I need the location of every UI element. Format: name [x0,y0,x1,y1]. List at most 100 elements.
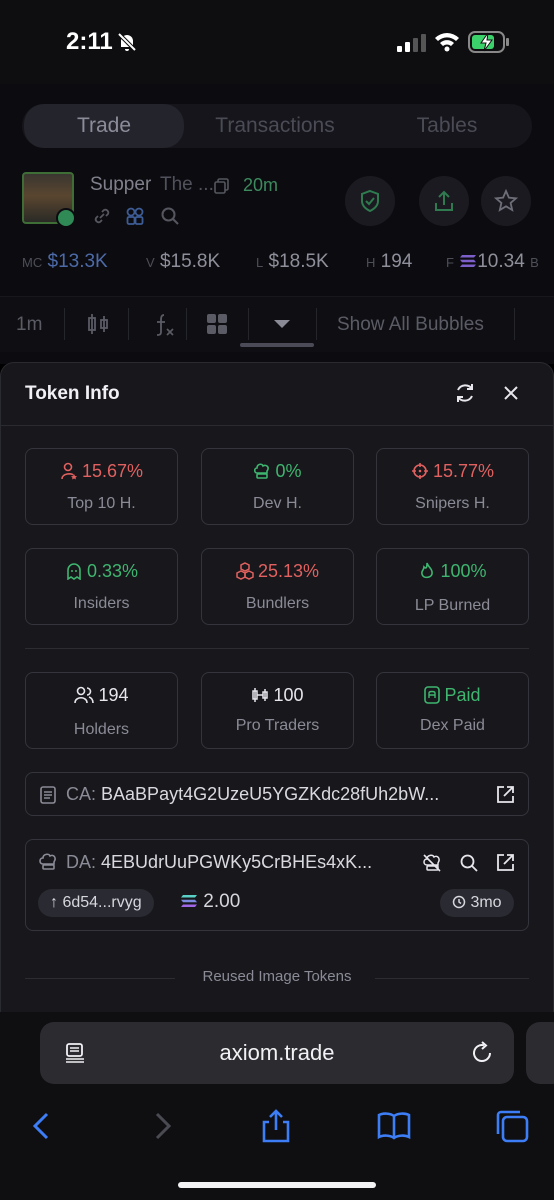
token-age: 20m [243,175,279,195]
close-icon[interactable] [499,381,523,405]
clock-icon [452,895,466,909]
token-info-panel: Token Info 15.67% Top 10 H. 0% Dev H. 15… [0,362,554,1012]
ghost-icon [67,563,81,581]
address-bar[interactable]: axiom.trade [40,1022,514,1084]
toolbar-divider [128,308,129,340]
metric-fees: F 10.34 B [446,251,539,272]
crosshair-icon [411,463,428,479]
stat-label: LP Burned [414,597,491,614]
stat-label: Top 10 H. [67,495,136,512]
refresh-icon[interactable] [453,381,477,405]
stat-snipers-holdings: 15.77% Snipers H. [376,448,529,525]
panel-title: Token Info [25,383,120,404]
toolbar-divider [64,308,65,340]
search-icon[interactable] [459,853,479,873]
reused-image-tokens-label: Reused Image Tokens [202,968,352,985]
metric-liquidity: L $18.5K [256,251,329,272]
status-bar: 2:11 [0,0,554,84]
layout-grid-icon[interactable] [205,312,229,336]
metric-holders: H 194 [366,251,413,272]
link-icon[interactable] [92,206,112,226]
signal-icon [397,34,426,52]
reload-icon[interactable] [470,1041,494,1065]
hat-off-icon[interactable] [422,853,442,873]
grid-icon[interactable] [125,206,145,226]
home-indicator [178,1182,376,1188]
active-indicator [240,343,314,347]
solana-icon [181,895,197,907]
users-icon [74,686,95,704]
chef-hat-icon [39,853,56,870]
funder-pill[interactable]: ↑ 6d54...rvyg [38,889,154,917]
stat-value: 0.33% [26,561,177,582]
upload-icon [435,190,453,211]
stat-label: Dex Paid [420,717,485,734]
stat-dev-holdings: 0% Dev H. [201,448,354,525]
function-icon[interactable] [152,312,176,338]
stat-value: 25.13% [202,561,353,582]
contract-address[interactable]: CA: BAaBPayt4G2UzeU5YGZKdc28fUh2bW... [66,784,439,805]
toolbar-divider [248,308,249,340]
back-icon[interactable] [24,1108,60,1144]
stat-top10-holders: 15.67% Top 10 H. [25,448,178,525]
toolbar-divider [514,308,515,340]
stat-value: 194 [26,685,177,706]
panel-header-divider [1,425,553,426]
share-icon[interactable] [258,1108,294,1144]
stat-holders: 194 Holders [25,672,178,749]
status-time: 2:11 [66,28,113,55]
interval-selector[interactable]: 1m [16,314,42,336]
chevron-down-icon[interactable] [272,318,292,330]
divider-line [375,978,529,979]
boxes-icon [236,562,254,580]
section-divider [25,648,529,649]
flame-icon [421,562,434,579]
share-button[interactable] [419,176,469,226]
tab-trade[interactable]: Trade [24,104,184,148]
funding-amount: 2.00 [180,891,240,913]
copy-icon[interactable] [214,178,230,194]
forward-icon[interactable] [144,1108,180,1144]
favorite-button[interactable] [481,176,531,226]
toolbar-divider [186,308,187,340]
contract-address-row[interactable]: CA: BAaBPayt4G2UzeU5YGZKdc28fUh2bW... [25,772,529,816]
url-text[interactable]: axiom.trade [40,1040,514,1066]
tab-transactions[interactable]: Transactions [200,104,350,148]
metric-volume: V $15.8K [146,251,221,272]
stat-pro-traders: 100 Pro Traders [201,672,354,749]
external-link-icon[interactable] [496,785,515,804]
stat-label: Insiders [73,595,130,612]
next-tab-peek[interactable] [526,1022,554,1084]
stat-lp-burned: 100% LP Burned [376,548,529,625]
token-subtitle: The ... [160,174,214,195]
stat-label: Dev H. [253,495,302,512]
dev-address-card: DA: 4EBUdrUuPGWKy5CrBHEs4xK... ↑ 6d54...… [25,839,529,931]
stat-bundlers: 25.13% Bundlers [201,548,354,625]
candles-icon [252,688,269,702]
search-icon[interactable] [160,206,180,226]
stat-dex-paid: Paid Dex Paid [376,672,529,749]
document-icon [40,786,56,804]
stat-label: Pro Traders [235,717,320,734]
solana-icon [460,255,477,267]
stat-label: Holders [73,721,130,738]
tab-tables[interactable]: Tables [392,104,502,148]
tab-bar: Trade Transactions Tables [22,104,532,148]
stat-value: 100% [377,561,528,582]
browser-toolbar: axiom.trade [0,1012,554,1200]
dex-badge-icon [424,686,441,704]
candlestick-icon[interactable] [86,312,110,336]
wifi-icon [435,33,459,52]
external-link-icon[interactable] [496,853,515,872]
stat-value: 100 [202,685,353,706]
dev-address[interactable]: DA: 4EBUdrUuPGWKy5CrBHEs4xK... [66,852,372,873]
toolbar-divider [316,308,317,340]
security-button[interactable] [345,176,395,226]
show-all-bubbles-button[interactable]: Show All Bubbles [337,314,484,336]
stat-value: 0% [202,461,353,482]
tabs-icon[interactable] [494,1108,530,1144]
chef-hat-icon [254,463,270,479]
bookmarks-icon[interactable] [376,1108,412,1144]
star-icon [494,189,518,212]
metric-mc: MC $13.3K [22,251,108,272]
